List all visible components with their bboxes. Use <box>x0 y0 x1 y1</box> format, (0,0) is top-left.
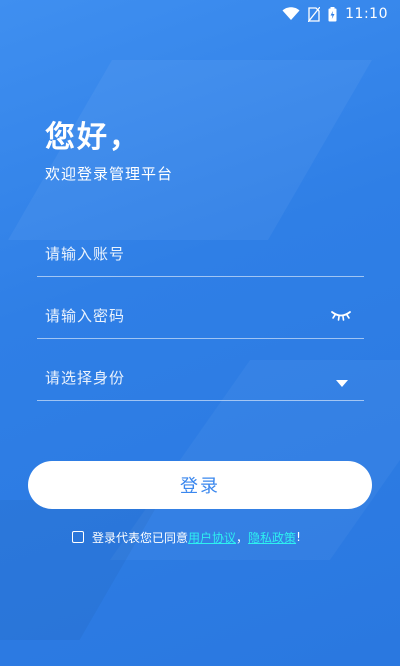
password-field[interactable] <box>37 294 364 339</box>
status-bar: 11:10 <box>0 0 400 28</box>
account-field[interactable] <box>37 232 364 277</box>
agreement-checkbox[interactable] <box>72 531 84 543</box>
agreement-suffix: ! <box>296 530 301 544</box>
battery-charging-icon <box>328 6 337 22</box>
eye-closed-icon[interactable] <box>330 306 352 324</box>
no-sim-icon <box>308 6 321 22</box>
dropdown-arrow-icon[interactable] <box>336 373 348 387</box>
status-time: 11:10 <box>345 6 388 22</box>
login-button[interactable]: 登录 <box>28 461 372 509</box>
user-agreement-link[interactable]: 用户协议 <box>188 529 236 546</box>
agreement-row: 登录代表您已同意 用户协议 ， 隐私政策 ! <box>72 527 301 547</box>
greeting-title: 您好， <box>45 120 141 155</box>
agreement-separator: ， <box>236 530 249 545</box>
account-input[interactable] <box>45 232 305 276</box>
role-select-placeholder[interactable]: 请选择身份 <box>45 356 305 400</box>
background-shape <box>0 500 161 640</box>
wifi-icon <box>282 7 300 21</box>
role-select[interactable]: 请选择身份 <box>37 356 364 401</box>
welcome-subtitle: 欢迎登录管理平台 <box>45 165 174 183</box>
privacy-policy-link[interactable]: 隐私政策 <box>248 529 296 546</box>
status-indicators: 11:10 <box>282 4 388 24</box>
agreement-prefix: 登录代表您已同意 <box>92 530 189 545</box>
password-input[interactable] <box>45 294 305 338</box>
